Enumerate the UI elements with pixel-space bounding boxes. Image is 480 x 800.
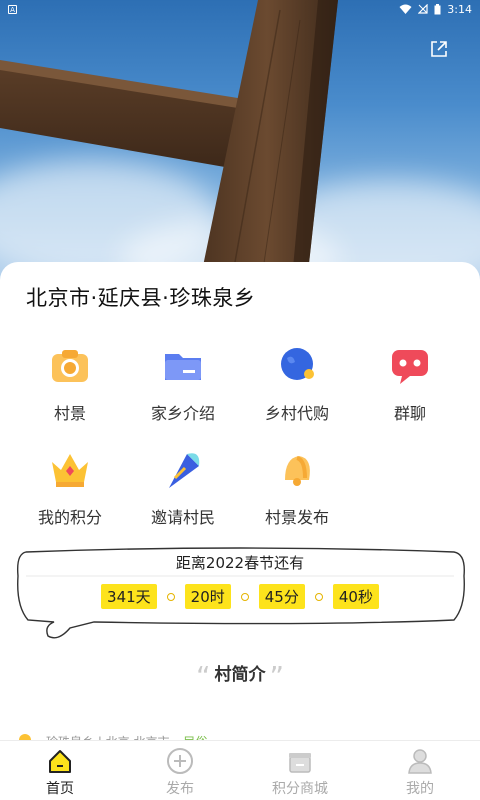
bottom-nav: 首页 发布 积分商城 我的 — [0, 740, 480, 800]
countdown-title: 距离2022春节还有 — [175, 554, 305, 572]
tab-label: 首页 — [46, 781, 74, 797]
close-quote: ” — [269, 660, 285, 693]
planet-icon — [275, 344, 319, 388]
countdown-seconds: 40秒 — [332, 584, 379, 609]
grid-label: 村景 — [53, 404, 86, 423]
camera-icon — [48, 344, 92, 388]
plus-circle-icon — [167, 748, 193, 774]
countdown-hours: 20时 — [184, 584, 231, 609]
hero-image — [0, 0, 480, 300]
separator-dot — [314, 592, 323, 601]
grid-item-my-points[interactable]: 我的积分 — [15, 448, 125, 528]
grid-item-group-chat[interactable]: 群聊 — [355, 344, 465, 424]
tab-label: 积分商城 — [272, 781, 328, 797]
countdown-minutes: 45分 — [258, 584, 305, 609]
village-intro-heading: “村简介” — [0, 660, 480, 693]
countdown-timer: 341天 20时 45分 40秒 — [0, 584, 480, 609]
grid-item-invite-villagers[interactable]: 邀请村民 — [128, 448, 238, 528]
battery-icon — [434, 3, 441, 14]
grid-label: 群聊 — [393, 404, 426, 423]
grid-label: 邀请村民 — [150, 508, 215, 527]
grid-label: 乡村代购 — [264, 404, 329, 423]
grid-label: 家乡介绍 — [150, 404, 215, 423]
chat-icon — [388, 344, 432, 388]
signal-off-icon — [418, 4, 428, 14]
tab-label: 发布 — [166, 781, 194, 797]
countdown-days: 341天 — [101, 584, 157, 609]
wooden-ladder-photo — [0, 0, 338, 300]
content-card — [0, 262, 480, 800]
separator-dot — [166, 592, 175, 601]
home-icon — [49, 750, 71, 773]
tab-mine[interactable]: 我的 — [360, 741, 480, 800]
profile-icon — [408, 749, 432, 774]
separator-dot — [240, 592, 249, 601]
notification-icon: A — [8, 4, 17, 14]
grid-item-village-scenery[interactable]: 村景 — [15, 344, 125, 424]
tab-label: 我的 — [406, 781, 434, 797]
folder-icon — [161, 344, 205, 388]
grid-item-hometown-intro[interactable]: 家乡介绍 — [128, 344, 238, 424]
tab-points-mall[interactable]: 积分商城 — [240, 741, 360, 800]
intro-title: 村简介 — [214, 665, 266, 685]
bell-icon — [275, 448, 319, 492]
grid-item-rural-purchasing[interactable]: 乡村代购 — [242, 344, 352, 424]
grid-item-scenery-post[interactable]: 村景发布 — [242, 448, 352, 528]
crown-icon — [48, 448, 92, 492]
open-quote: “ — [195, 660, 211, 693]
clock-time: 3:14 — [447, 2, 472, 16]
cone-icon — [161, 448, 205, 492]
grid-label: 村景发布 — [264, 508, 329, 527]
location-title: 北京市·延庆县·珍珠泉乡 — [26, 286, 256, 310]
tab-home[interactable]: 首页 — [0, 741, 120, 800]
share-icon[interactable] — [430, 40, 448, 62]
gift-box-icon — [289, 753, 311, 773]
wifi-icon — [399, 4, 412, 14]
tab-publish[interactable]: 发布 — [120, 741, 240, 800]
status-bar: A 3:14 — [0, 0, 480, 18]
grid-label: 我的积分 — [37, 508, 102, 527]
